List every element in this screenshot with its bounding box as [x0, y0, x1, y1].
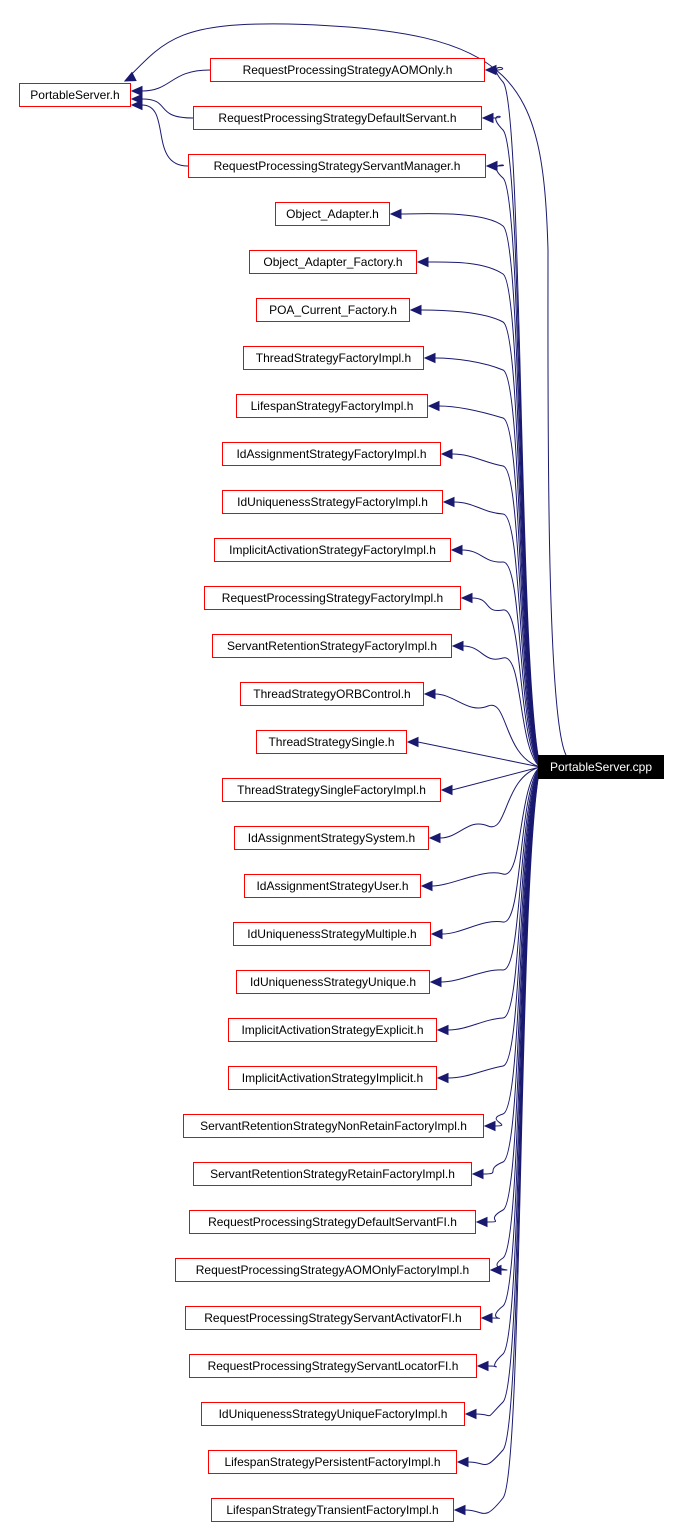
- dependency-edge: [451, 766, 541, 791]
- file-node[interactable]: IdUniquenessStrategyUniqueFactoryImpl.h: [201, 1402, 465, 1426]
- file-node[interactable]: RequestProcessingStrategyDefaultServant.…: [193, 106, 482, 130]
- file-node[interactable]: LifespanStrategyPersistentFactoryImpl.h: [208, 1450, 457, 1474]
- edge-arrowhead: [481, 112, 494, 124]
- file-node[interactable]: Object_Adapter.h: [275, 202, 390, 226]
- edge-arrowhead: [489, 1264, 502, 1276]
- edge-arrowhead: [430, 928, 443, 940]
- file-node[interactable]: RequestProcessingStrategyDefaultServantF…: [189, 1210, 476, 1234]
- edge-arrowhead: [471, 1168, 484, 1180]
- file-node[interactable]: LifespanStrategyFactoryImpl.h: [236, 394, 428, 418]
- edge-arrowhead: [436, 1072, 449, 1084]
- edge-arrowhead: [456, 1456, 469, 1468]
- edge-arrowhead: [423, 352, 436, 364]
- edge-arrowhead: [450, 544, 463, 556]
- file-node[interactable]: ThreadStrategySingle.h: [256, 730, 407, 754]
- file-node[interactable]: ThreadStrategyFactoryImpl.h: [243, 346, 424, 370]
- file-node[interactable]: RequestProcessingStrategyFactoryImpl.h: [204, 586, 461, 610]
- edge-arrowhead: [123, 71, 137, 82]
- file-node[interactable]: Object_Adapter_Factory.h: [249, 250, 417, 274]
- root-node[interactable]: PortableServer.cpp: [538, 755, 664, 779]
- file-node[interactable]: IdAssignmentStrategyFactoryImpl.h: [222, 442, 441, 466]
- edge-arrowhead: [460, 592, 473, 604]
- file-node[interactable]: ServantRetentionStrategyNonRetainFactory…: [183, 1114, 484, 1138]
- edge-arrowhead: [436, 1024, 449, 1036]
- edge-arrowhead: [440, 784, 453, 796]
- edge-arrowhead: [464, 1408, 477, 1420]
- file-node[interactable]: POA_Current_Factory.h: [256, 298, 410, 322]
- file-node[interactable]: IdAssignmentStrategyUser.h: [244, 874, 421, 898]
- file-node[interactable]: ThreadStrategySingleFactoryImpl.h: [222, 778, 441, 802]
- dependency-edge: [492, 115, 541, 768]
- file-node[interactable]: RequestProcessingStrategyServantManager.…: [188, 154, 486, 178]
- file-node[interactable]: ThreadStrategyORBControl.h: [240, 682, 424, 706]
- edge-arrowhead: [451, 640, 464, 652]
- edge-arrowhead: [409, 304, 422, 316]
- file-node[interactable]: LifespanStrategyTransientFactoryImpl.h: [211, 1498, 454, 1522]
- edge-arrowhead: [423, 688, 436, 700]
- edge-arrowhead: [476, 1360, 489, 1372]
- file-node[interactable]: RequestProcessingStrategyAOMOnlyFactoryI…: [175, 1258, 490, 1282]
- file-node[interactable]: IdUniquenessStrategyMultiple.h: [233, 922, 431, 946]
- edge-arrowhead: [442, 496, 455, 508]
- edge-arrowhead: [420, 880, 433, 892]
- file-node[interactable]: RequestProcessingStrategyServantLocatorF…: [189, 1354, 477, 1378]
- file-node[interactable]: IdUniquenessStrategyFactoryImpl.h: [222, 490, 443, 514]
- edge-arrowhead: [453, 1504, 466, 1516]
- edge-arrowhead: [483, 1120, 496, 1132]
- dependency-edge: [141, 104, 189, 167]
- edge-arrowhead: [406, 736, 419, 748]
- edge-arrowhead: [485, 160, 498, 172]
- edge-arrowhead: [429, 976, 442, 988]
- file-node[interactable]: ServantRetentionStrategyRetainFactoryImp…: [193, 1162, 472, 1186]
- edge-arrowhead: [440, 448, 453, 460]
- edge-arrowhead: [416, 256, 429, 268]
- file-node[interactable]: ImplicitActivationStrategyExplicit.h: [228, 1018, 437, 1042]
- edge-arrowhead: [484, 64, 497, 76]
- file-node[interactable]: IdUniquenessStrategyUnique.h: [236, 970, 430, 994]
- file-node[interactable]: ImplicitActivationStrategyFactoryImpl.h: [214, 538, 451, 562]
- dependency-edge: [141, 98, 194, 119]
- file-node[interactable]: RequestProcessingStrategyAOMOnly.h: [210, 58, 485, 82]
- edge-arrowhead: [428, 832, 441, 844]
- file-node[interactable]: ServantRetentionStrategyFactoryImpl.h: [212, 634, 452, 658]
- file-node[interactable]: PortableServer.h: [19, 83, 131, 107]
- edge-arrowhead: [130, 85, 143, 97]
- edge-arrowhead: [475, 1216, 488, 1228]
- file-node[interactable]: RequestProcessingStrategyServantActivato…: [185, 1306, 481, 1330]
- edge-arrowhead: [427, 400, 440, 412]
- edge-arrowhead: [130, 99, 143, 111]
- edge-arrowhead: [480, 1312, 493, 1324]
- dependency-edge: [141, 69, 211, 92]
- file-node[interactable]: IdAssignmentStrategySystem.h: [234, 826, 429, 850]
- file-node[interactable]: ImplicitActivationStrategyImplicit.h: [228, 1066, 437, 1090]
- edge-arrowhead: [389, 208, 402, 220]
